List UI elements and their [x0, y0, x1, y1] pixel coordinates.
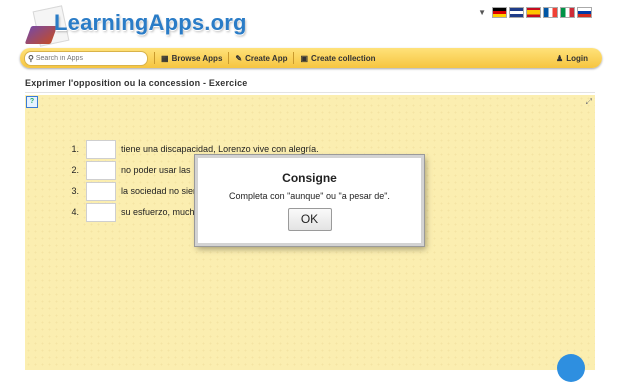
create-collection-link[interactable]: ▣ Create collection	[300, 54, 375, 63]
dialog-text: Completa con "aunque" ou "a pesar de".	[229, 191, 390, 201]
instructions-dialog: Consigne Completa con "aunque" ou "a pes…	[195, 155, 424, 246]
answer-slot[interactable]	[86, 202, 116, 222]
dialog-title: Consigne	[282, 171, 337, 185]
flag-ru-icon[interactable]	[577, 6, 592, 18]
search-input[interactable]	[33, 54, 138, 62]
row-number: 4.	[71, 207, 79, 217]
nav-divider	[154, 52, 155, 64]
row-text: la sociedad no sier	[121, 186, 197, 196]
row-number: 1.	[71, 144, 79, 154]
navbar: ⚲ ▦ Browse Apps ✎ Create App ▣ Create co…	[20, 48, 602, 68]
flag-fr-icon[interactable]	[543, 6, 558, 18]
flag-it-icon[interactable]	[560, 6, 575, 18]
nav-divider	[293, 52, 295, 64]
nav-divider	[228, 52, 230, 64]
browse-apps-link[interactable]: ▦ Browse Apps	[161, 54, 222, 63]
answer-slot[interactable]	[86, 139, 116, 159]
page-title: Exprimer l'opposition ou la concession -…	[25, 78, 248, 88]
grid-icon: ▦	[161, 53, 169, 63]
flag-gb-icon[interactable]	[509, 6, 524, 18]
language-toggle-icon[interactable]: ▼	[478, 8, 486, 17]
pencil-icon: ✎	[235, 53, 243, 63]
row-text: no poder usar las	[121, 165, 191, 175]
row-number: 2.	[71, 165, 79, 175]
create-app-label: Create App	[245, 53, 288, 63]
flag-es-icon[interactable]	[526, 6, 541, 18]
search-box[interactable]: ⚲	[24, 50, 148, 66]
user-icon: ♟	[556, 53, 564, 63]
answer-slot[interactable]	[86, 160, 116, 180]
help-icon[interactable]: ?	[26, 96, 38, 108]
browse-apps-label: Browse Apps	[171, 53, 223, 63]
answer-slot[interactable]	[86, 181, 116, 201]
login-label: Login	[566, 53, 588, 63]
row-text: su esfuerzo, much	[121, 207, 195, 217]
ok-button[interactable]: OK	[287, 208, 332, 231]
flag-de-icon[interactable]	[492, 6, 507, 18]
site-header: LearningApps.org ▼	[0, 0, 620, 48]
floating-action-button[interactable]	[557, 354, 585, 382]
login-link[interactable]: ♟ Login	[556, 54, 588, 63]
language-bar: ▼	[478, 6, 592, 18]
create-app-link[interactable]: ✎ Create App	[235, 54, 287, 63]
row-text: tiene una discapacidad, Lorenzo vive con…	[121, 144, 319, 154]
collection-icon: ▣	[300, 53, 309, 63]
create-collection-label: Create collection	[311, 53, 376, 63]
row-number: 3.	[71, 186, 79, 196]
title-divider	[25, 92, 595, 93]
logo-text[interactable]: LearningApps.org	[54, 10, 247, 36]
fullscreen-icon[interactable]: ⤢	[586, 97, 592, 107]
